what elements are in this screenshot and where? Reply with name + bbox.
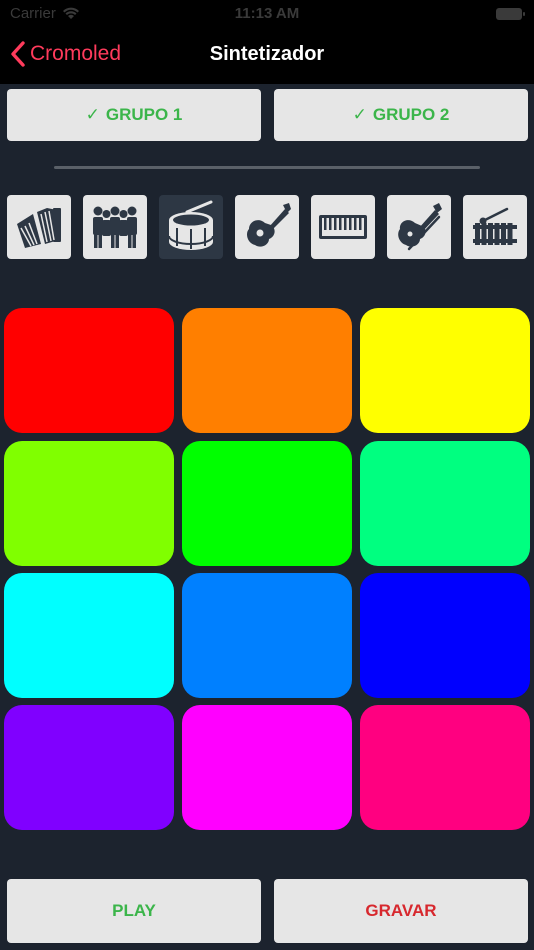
color-pad-cyan[interactable] bbox=[4, 573, 174, 698]
instrument-keyboard-button[interactable] bbox=[311, 195, 375, 259]
xylophone-icon bbox=[473, 207, 517, 245]
chevron-left-icon bbox=[11, 41, 25, 67]
instrument-violin-button[interactable] bbox=[387, 195, 451, 259]
group-1-label: GRUPO 1 bbox=[105, 105, 183, 124]
play-label: PLAY bbox=[112, 901, 156, 920]
choir-icon bbox=[93, 206, 137, 248]
record-button[interactable]: GRAVAR bbox=[274, 879, 528, 943]
instrument-xylophone-button[interactable] bbox=[463, 195, 527, 259]
color-pad-green[interactable] bbox=[182, 441, 352, 566]
color-pad-azure[interactable] bbox=[182, 573, 352, 698]
record-label: GRAVAR bbox=[365, 901, 437, 920]
navigation-bar: Cromoled Sintetizador bbox=[0, 28, 534, 84]
color-pad-chartreuse[interactable] bbox=[4, 441, 174, 566]
instrument-accordion-button[interactable] bbox=[7, 195, 71, 259]
color-pad-magenta[interactable] bbox=[182, 705, 352, 830]
back-label: Cromoled bbox=[30, 42, 122, 65]
accordion-icon bbox=[17, 208, 61, 248]
checkmark-icon: ✓ bbox=[85, 105, 100, 124]
status-time: 11:13 AM bbox=[234, 5, 300, 22]
back-button[interactable]: Cromoled bbox=[10, 40, 121, 68]
play-button[interactable]: PLAY bbox=[7, 879, 261, 943]
instrument-guitar-button[interactable] bbox=[235, 195, 299, 259]
group-2-label: GRUPO 2 bbox=[372, 105, 450, 124]
color-pad-yellow[interactable] bbox=[360, 308, 530, 433]
color-pad-violet[interactable] bbox=[4, 705, 174, 830]
group-1-button[interactable]: ✓ GRUPO 1 bbox=[7, 89, 261, 141]
color-pad-orange[interactable] bbox=[182, 308, 352, 433]
instrument-drum-button[interactable] bbox=[159, 195, 223, 259]
color-pad-blue[interactable] bbox=[360, 573, 530, 698]
acoustic-guitar-icon bbox=[247, 203, 291, 247]
color-pad-rose[interactable] bbox=[360, 705, 530, 830]
group-2-button[interactable]: ✓ GRUPO 2 bbox=[274, 89, 528, 141]
checkmark-icon: ✓ bbox=[352, 105, 367, 124]
color-pad-spring-green[interactable] bbox=[360, 441, 530, 566]
drum-icon bbox=[168, 200, 214, 250]
divider bbox=[54, 166, 480, 169]
status-bar: Carrier 11:13 AM bbox=[0, 0, 534, 28]
color-pad-red[interactable] bbox=[4, 308, 174, 433]
violin-icon bbox=[398, 203, 442, 251]
keyboard-icon bbox=[319, 215, 367, 239]
instrument-choir-button[interactable] bbox=[83, 195, 147, 259]
battery-icon bbox=[496, 8, 525, 20]
